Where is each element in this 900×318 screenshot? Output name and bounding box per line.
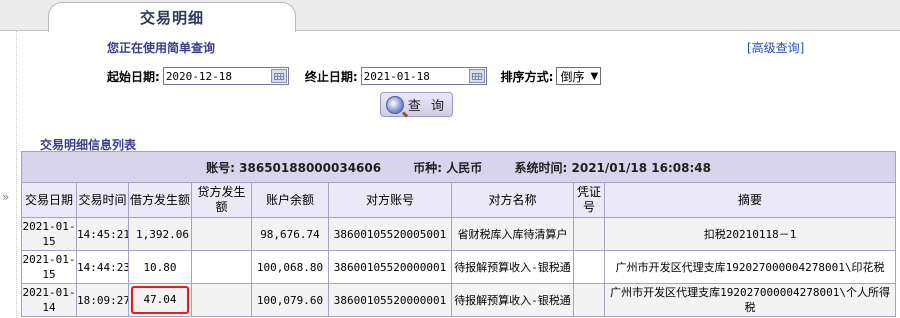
balance-cell: 98,676.74 (251, 217, 329, 251)
chevron-down-icon: ▼ (590, 70, 599, 82)
column-header: 对方名称 (451, 182, 574, 218)
start-date-input[interactable]: 2020-12-18 (162, 67, 289, 85)
left-border (16, 31, 17, 318)
end-date-value: 2021-01-18 (363, 70, 430, 83)
column-header: 交易日期 (21, 182, 77, 218)
debit-cell: 47.04 (128, 283, 192, 317)
account-label: 账号: (206, 160, 235, 175)
calendar-icon[interactable] (468, 69, 485, 83)
column-header: 借方发生额 (128, 182, 192, 218)
column-header: 交易时间 (76, 182, 129, 218)
credit-cell (191, 250, 252, 284)
tab-transaction-details[interactable]: 交易明细 (48, 2, 296, 34)
summary-cell: 广州市开发区代理支库192027000004278001\个人所得税 (603, 283, 897, 317)
sort-order-value: 倒序 (560, 69, 585, 84)
end-date-label: 终止日期: (304, 69, 358, 84)
debit-cell: 1,392.06 (128, 217, 192, 251)
account-info: 账号: 38650188000034606 币种: 人民币 系统时间: 2021… (20, 151, 897, 183)
time-cell: 18:09:27 (76, 283, 129, 317)
sort-order-select[interactable]: 倒序 ▼ (556, 67, 602, 85)
credit-cell (191, 217, 252, 251)
start-date-label: 起始日期: (107, 69, 160, 84)
time-cell: 14:44:23 (76, 250, 129, 284)
column-header: 贷方发生额 (191, 182, 252, 218)
balance-cell: 100,079.60 (251, 283, 329, 317)
query-form: 起始日期: 2020-12-18 终止日期: 2021-01-18 排序方式: … (107, 65, 602, 87)
debit-cell: 10.80 (128, 250, 192, 284)
counter-name-cell: 待报解预算收入-银税通 (451, 250, 574, 284)
time-cell: 14:45:21 (76, 217, 129, 251)
query-mode-label: 您正在使用简单查询 (107, 41, 216, 55)
highlight-box: 47.04 (131, 286, 189, 314)
table-row[interactable]: 2021-01-15 14:45:21 1,392.06 98,676.74 3… (21, 217, 897, 251)
counter-account-cell: 38600105520000001 (328, 283, 452, 317)
header-row: 交易日期 交易时间 借方发生额 贷方发生额 账户余额 对方账号 对方名称 凭证号… (21, 182, 897, 218)
system-time-label: 系统时间: (514, 160, 568, 175)
currency-label: 币种: (413, 160, 443, 175)
currency-value: 人民币 (446, 160, 483, 175)
voucher-cell (573, 250, 605, 284)
system-time-value: 2021/01/18 16:08:48 (571, 160, 711, 175)
column-header: 对方账号 (328, 182, 452, 218)
advanced-query-link[interactable]: [高级查询] (747, 39, 804, 56)
date-cell: 2021-01-14 (21, 283, 77, 317)
search-button-label: 查 询 (407, 99, 448, 114)
voucher-cell (573, 217, 605, 251)
balance-cell: 100,068.80 (251, 250, 329, 284)
credit-cell (191, 283, 252, 317)
sort-label: 排序方式: (500, 69, 554, 84)
calendar-icon[interactable] (270, 69, 287, 83)
end-date-input[interactable]: 2021-01-18 (360, 67, 487, 85)
summary-cell: 扣税20210118－1 (603, 217, 897, 251)
date-cell: 2021-01-15 (21, 217, 77, 251)
column-header: 账户余额 (251, 182, 329, 218)
magnifier-icon (385, 95, 404, 114)
top-tab-strip: 交易明细 (0, 0, 900, 34)
table-row[interactable]: 2021-01-15 14:44:23 10.80 100,068.80 386… (21, 250, 897, 284)
expand-arrow-icon[interactable]: » (2, 190, 9, 204)
voucher-cell (573, 283, 605, 317)
counter-name-cell: 待报解预算收入-银税通 (451, 283, 574, 317)
account-info-row: 账号: 38650188000034606 币种: 人民币 系统时间: 2021… (20, 151, 897, 183)
counter-name-cell: 省财税库入库待清算户 (451, 217, 574, 251)
column-header: 凭证号 (573, 182, 605, 218)
counter-account-cell: 38600105520005001 (328, 217, 452, 251)
column-header: 摘要 (603, 182, 897, 218)
account-number: 38650188000034606 (239, 160, 382, 175)
summary-cell: 广州市开发区代理支库192027000004278001\印花税 (603, 250, 897, 284)
tab-title: 交易明细 (139, 9, 204, 27)
start-date-value: 2020-12-18 (165, 70, 233, 83)
transaction-table: 账号: 38650188000034606 币种: 人民币 系统时间: 2021… (20, 151, 897, 317)
date-cell: 2021-01-15 (21, 250, 77, 284)
counter-account-cell: 38600105520000001 (328, 250, 452, 284)
table-row[interactable]: 2021-01-14 18:09:27 47.04 100,079.60 386… (21, 283, 897, 317)
search-button[interactable]: 查 询 (380, 92, 453, 117)
